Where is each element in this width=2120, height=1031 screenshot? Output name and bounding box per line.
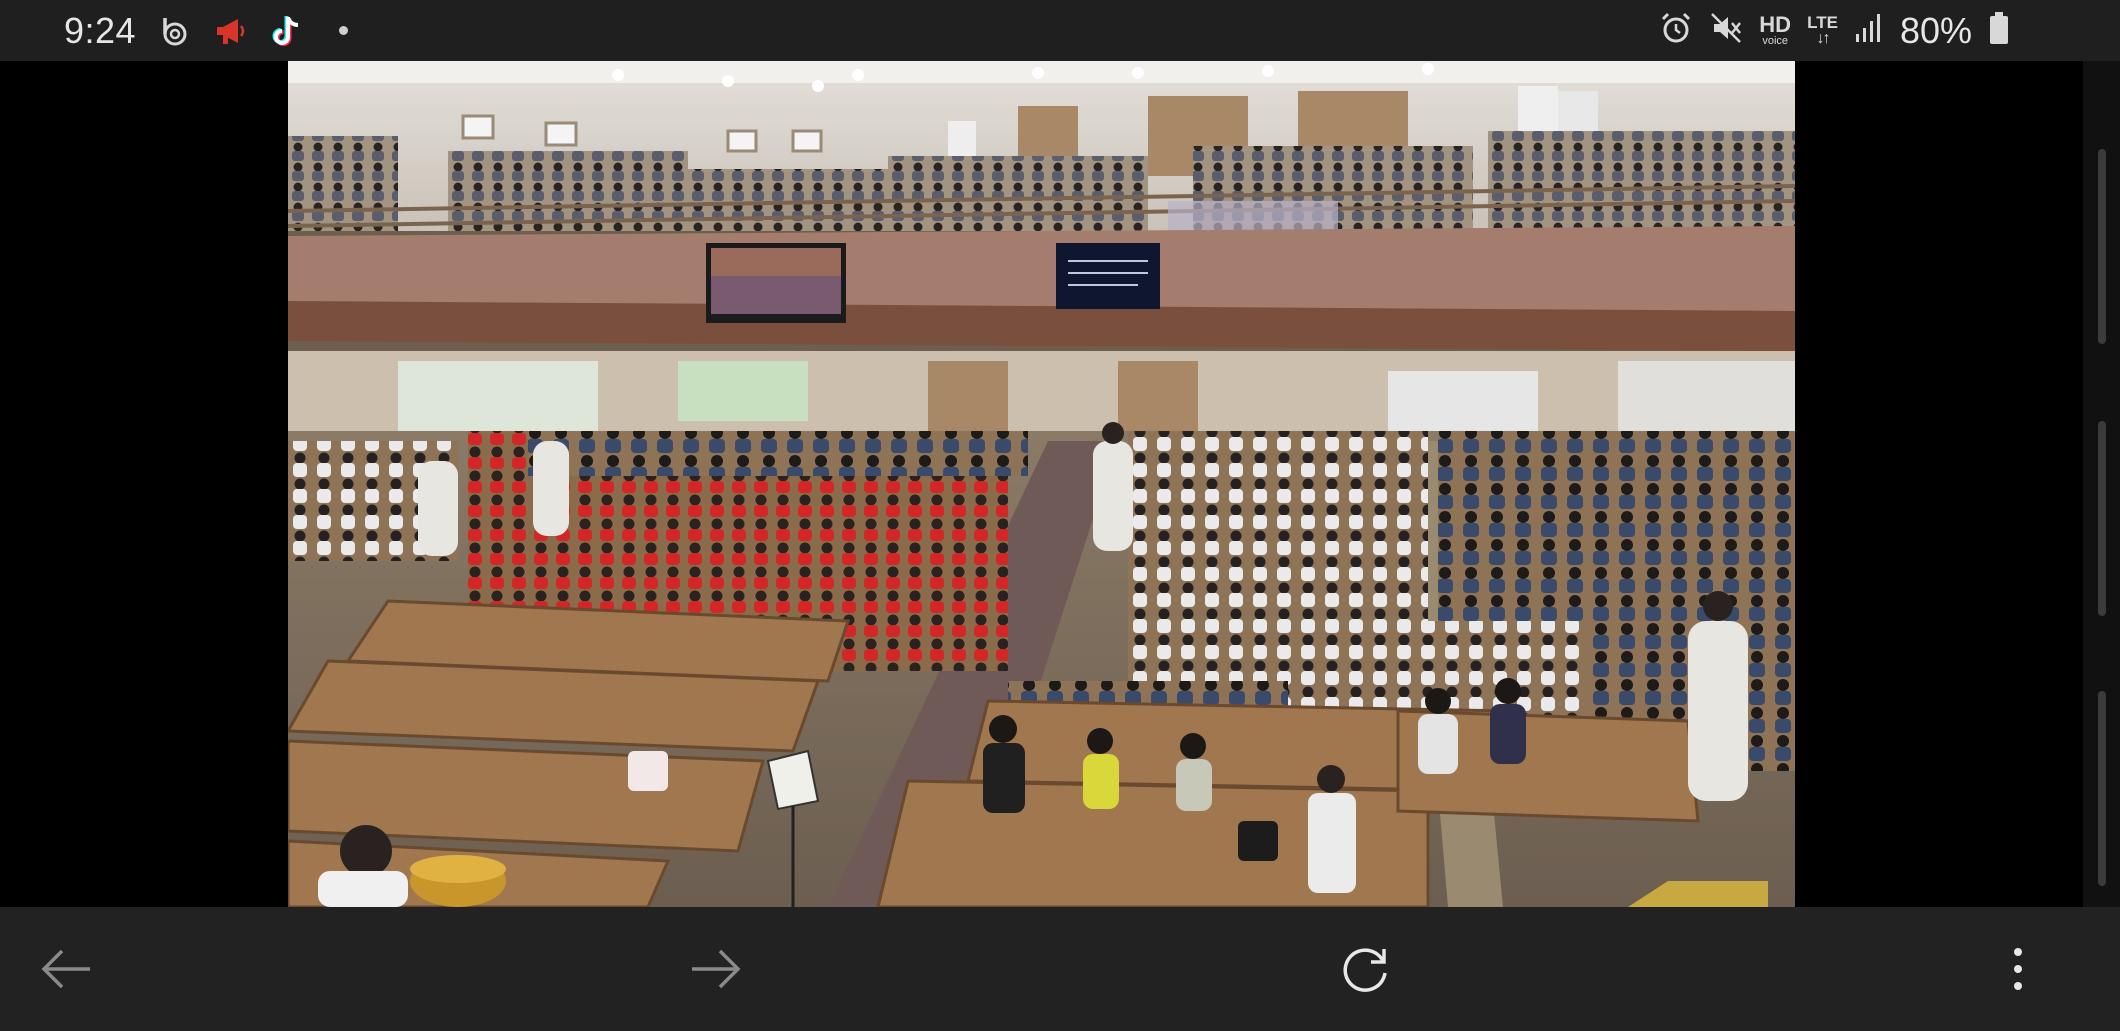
content-area xyxy=(0,61,2083,907)
hd-voice-icon: HD voice xyxy=(1759,14,1791,47)
back-button[interactable] xyxy=(36,939,96,999)
page-scrollbar[interactable] xyxy=(2083,61,2120,907)
battery-icon xyxy=(1988,11,2010,50)
video-player[interactable] xyxy=(288,61,1795,907)
church-livestream-frame xyxy=(288,61,1795,907)
scrollbar-segment-3 xyxy=(2098,691,2106,886)
more-vert-icon xyxy=(2014,948,2022,990)
b-app-icon xyxy=(158,14,192,48)
reload-button[interactable] xyxy=(1336,939,1396,999)
hd-label: HD xyxy=(1759,12,1792,37)
status-left-group: 9:24 xyxy=(64,0,360,61)
more-options-button[interactable] xyxy=(1988,939,2048,999)
tiktok-icon xyxy=(270,14,304,48)
signal-icon xyxy=(1854,12,1884,49)
hd-sub-label: voice xyxy=(1762,35,1789,47)
battery-percent: 80% xyxy=(1899,9,1972,51)
status-bar: 9:24 HD voice LTE ↓↑ 80% xyxy=(0,0,2120,61)
alarm-icon xyxy=(1659,11,1693,50)
mute-icon xyxy=(1709,11,1743,50)
browser-bottom-toolbar xyxy=(0,907,2120,1031)
lte-icon: LTE ↓↑ xyxy=(1807,13,1838,47)
scrollbar-segment-1 xyxy=(2098,149,2106,344)
reload-icon xyxy=(1343,948,1387,992)
lte-label: LTE xyxy=(1807,13,1838,32)
status-clock: 9:24 xyxy=(64,9,137,51)
megaphone-icon xyxy=(214,14,248,48)
forward-button[interactable] xyxy=(686,939,746,999)
arrow-right-icon xyxy=(692,949,741,989)
status-right-group: HD voice LTE ↓↑ 80% xyxy=(1659,0,2010,61)
arrow-left-icon xyxy=(41,949,90,989)
more-dot-icon xyxy=(326,14,360,48)
scrollbar-thumb[interactable] xyxy=(2098,421,2106,616)
